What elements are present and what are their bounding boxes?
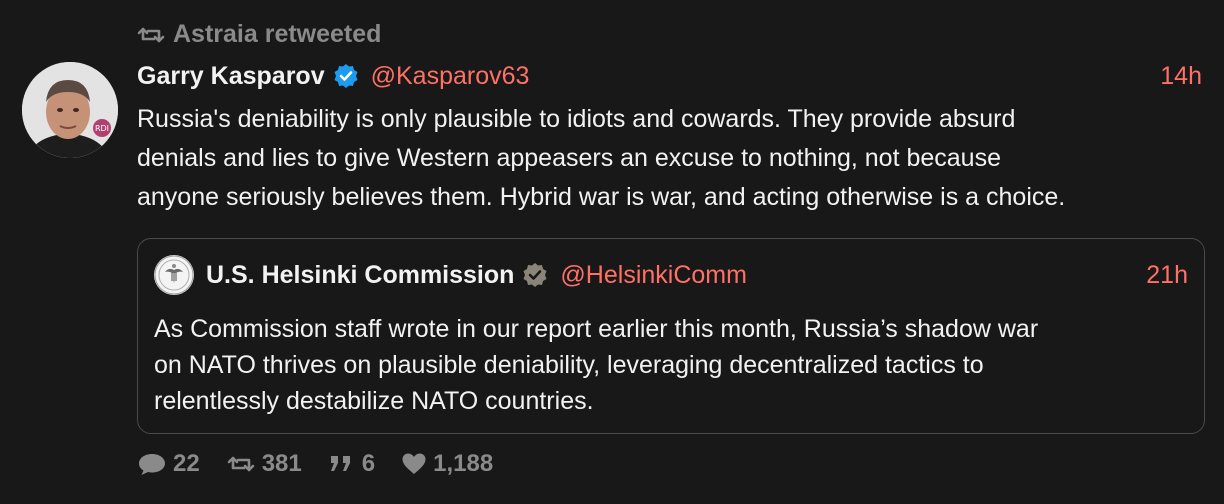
quoted-tweet-header: U.S. Helsinki Commission @HelsinkiComm 2… xyxy=(154,255,1188,295)
tweet-stats-bar: 22 381 6 1,188 xyxy=(137,450,519,478)
reply-count: 22 xyxy=(173,450,200,477)
tweet-header: Garry Kasparov @Kasparov63 14h xyxy=(137,58,1202,94)
heart-icon xyxy=(402,453,426,474)
quoted-author-avatar[interactable] xyxy=(154,255,194,295)
retweet-button[interactable]: 381 xyxy=(226,450,302,478)
reply-icon xyxy=(139,454,165,475)
quoted-author-handle[interactable]: @HelsinkiComm xyxy=(560,261,747,290)
government-badge-icon xyxy=(523,263,547,287)
seal-icon xyxy=(154,255,194,295)
quote-button[interactable]: 6 xyxy=(328,450,375,478)
tweet-card[interactable]: Astraia retweeted RDI Garry Kasparov @Ka… xyxy=(0,0,1224,504)
like-button[interactable]: 1,188 xyxy=(401,450,493,478)
retweet-icon xyxy=(137,27,165,42)
retweeted-by-line[interactable]: Astraia retweeted xyxy=(137,20,381,49)
quote-count: 6 xyxy=(361,450,376,477)
author-avatar[interactable]: RDI xyxy=(22,62,118,158)
quoted-tweet-body: As Commission staff wrote in our report … xyxy=(154,315,1039,415)
author-name[interactable]: Garry Kasparov xyxy=(137,62,325,91)
retweeted-by-text: Astraia retweeted xyxy=(173,20,382,48)
retweet-icon xyxy=(227,456,255,472)
tweet-timestamp[interactable]: 14h xyxy=(1160,62,1202,91)
reply-button[interactable]: 22 xyxy=(137,450,200,478)
svg-text:RDI: RDI xyxy=(95,124,109,133)
quoted-author-name[interactable]: U.S. Helsinki Commission xyxy=(206,261,514,290)
author-handle[interactable]: @Kasparov63 xyxy=(371,62,530,91)
like-count: 1,188 xyxy=(433,450,494,477)
retweet-count: 381 xyxy=(261,450,302,477)
quote-icon xyxy=(330,456,350,471)
verified-badge-icon xyxy=(334,64,358,88)
quoted-tweet[interactable]: U.S. Helsinki Commission @HelsinkiComm 2… xyxy=(137,238,1205,434)
tweet-body: Russia's deniability is only plausible t… xyxy=(137,105,1066,211)
quoted-tweet-timestamp[interactable]: 21h xyxy=(1146,261,1188,290)
